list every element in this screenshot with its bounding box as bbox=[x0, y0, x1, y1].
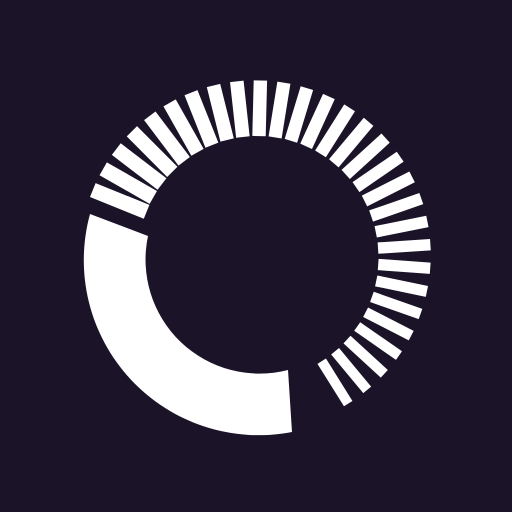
icon-background bbox=[0, 0, 512, 512]
ring-bar bbox=[377, 239, 431, 254]
ring-bar bbox=[268, 81, 291, 139]
ring-bar bbox=[252, 80, 268, 137]
ring-bar bbox=[230, 80, 250, 138]
radial-ring-logo-icon bbox=[0, 0, 512, 512]
app-icon bbox=[0, 0, 512, 512]
ring-bar bbox=[377, 258, 431, 274]
